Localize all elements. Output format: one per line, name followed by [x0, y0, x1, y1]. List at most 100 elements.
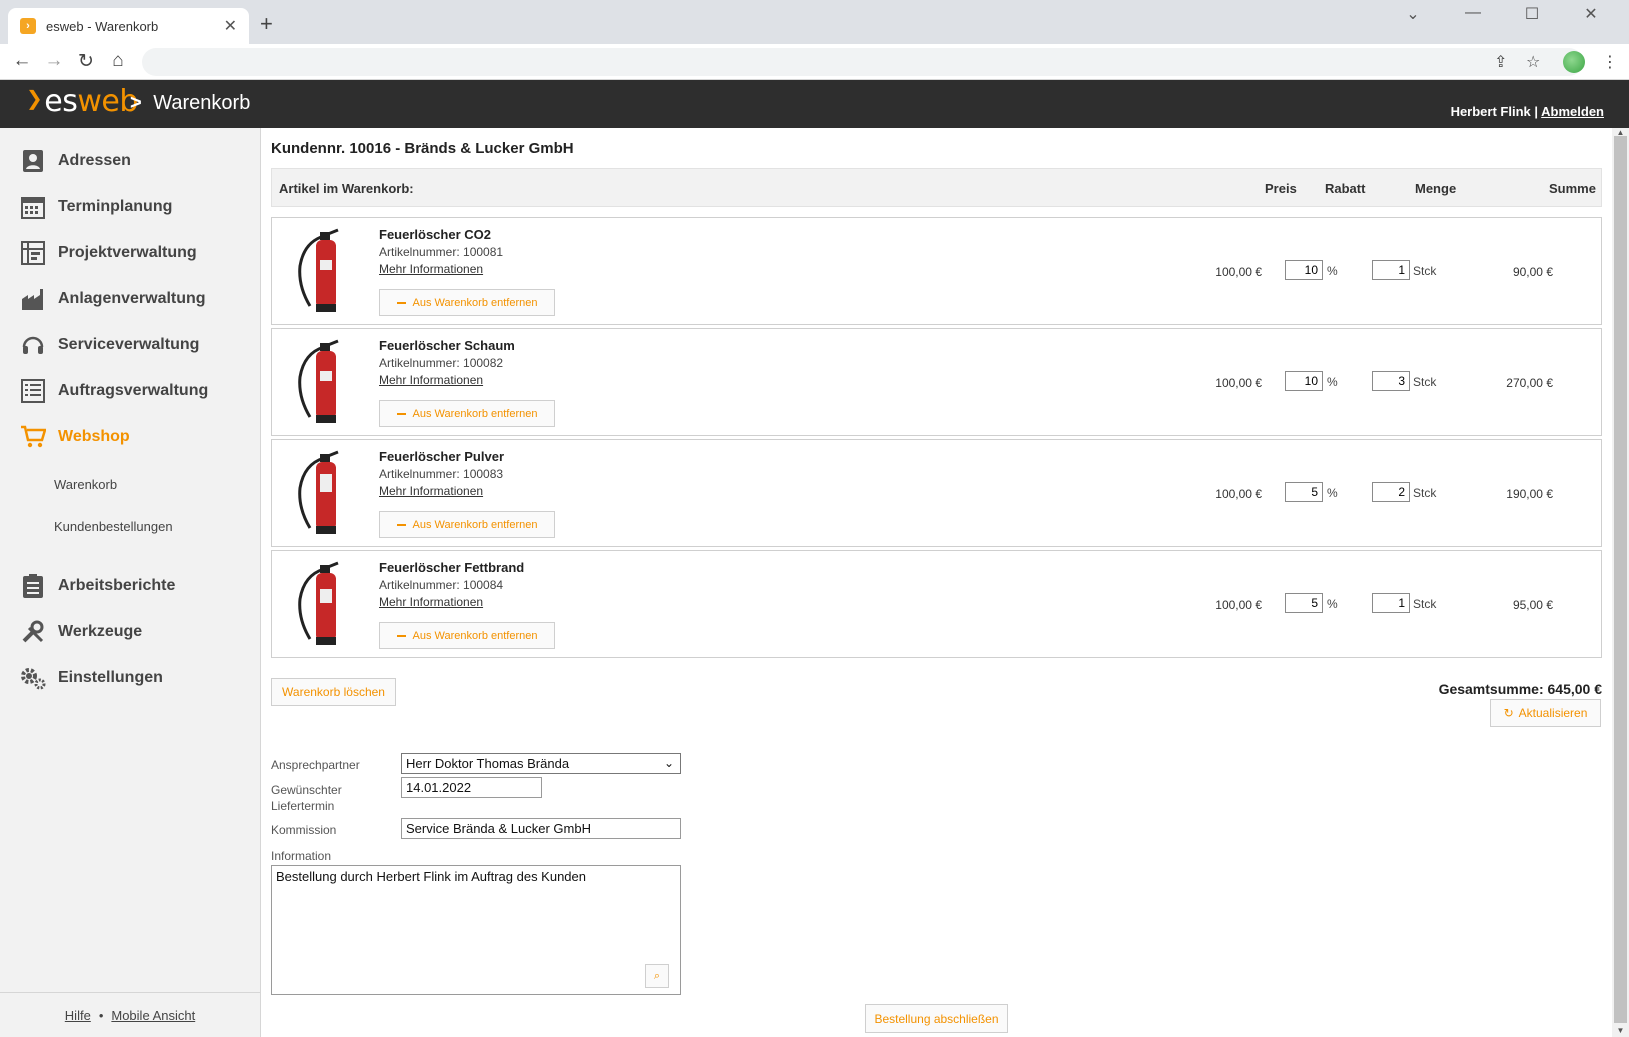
delivery-date-input[interactable]	[401, 777, 542, 798]
window-close-icon[interactable]: ✕	[1571, 4, 1611, 24]
sidebar-item-projektverwaltung[interactable]: Projektverwaltung	[20, 238, 197, 268]
remove-from-cart-button[interactable]: Aus Warenkorb entfernen	[379, 289, 555, 316]
user-name: Herbert Flink	[1450, 104, 1531, 119]
url-input[interactable]	[142, 48, 1583, 76]
item-sum: 190,00 €	[1506, 487, 1553, 501]
item-name: Feuerlöscher CO2	[379, 227, 491, 242]
more-info-link[interactable]: Mehr Informationen	[379, 595, 483, 609]
delivery-date-label-line1: Gewünschter	[271, 783, 342, 797]
breadcrumb-separator: >	[130, 92, 142, 114]
address-bar[interactable]	[142, 48, 1583, 76]
item-name: Feuerlöscher Schaum	[379, 338, 515, 353]
logout-link[interactable]: Abmelden	[1541, 104, 1604, 119]
share-icon[interactable]: ⇪	[1494, 52, 1507, 72]
sidebar-footer: Hilfe • Mobile Ansicht	[0, 992, 260, 1037]
maximize-icon[interactable]: ☐	[1512, 4, 1552, 24]
unit-label: Stck	[1413, 486, 1437, 500]
home-icon[interactable]: ⌂	[104, 50, 132, 72]
more-info-link[interactable]: Mehr Informationen	[379, 262, 483, 276]
headset-icon	[20, 332, 46, 358]
discount-input[interactable]	[1285, 260, 1323, 280]
fire-extinguisher-image	[298, 450, 339, 534]
quantity-input[interactable]	[1372, 482, 1410, 502]
more-info-link[interactable]: Mehr Informationen	[379, 484, 483, 498]
esweb-logo[interactable]: ❯esweb	[26, 84, 138, 119]
item-article-number: Artikelnummer: 100081	[379, 245, 504, 259]
browser-toolbar: ← → ↻ ⌂ ⇪ ☆ ⋮	[0, 44, 1629, 80]
sidebar-subitem-kundenbestellungen[interactable]: Kundenbestellungen	[54, 519, 173, 534]
col-quantity: Menge	[1415, 181, 1457, 196]
cart-item: Feuerlöscher Fettbrand Artikelnummer: 10…	[271, 550, 1602, 658]
information-textarea[interactable]: Bestellung durch Herbert Flink im Auftra…	[271, 865, 681, 995]
remove-from-cart-button[interactable]: Aus Warenkorb entfernen	[379, 400, 555, 427]
commission-label: Kommission	[271, 823, 337, 837]
sidebar-item-adressen[interactable]: Adressen	[20, 146, 131, 176]
sidebar-item-serviceverwaltung[interactable]: Serviceverwaltung	[20, 330, 199, 360]
sidebar-subitem-warenkorb[interactable]: Warenkorb	[54, 477, 117, 492]
item-name: Feuerlöscher Pulver	[379, 449, 504, 464]
tab-search-icon[interactable]: ⌄	[1393, 4, 1433, 24]
sidebar-item-terminplanung[interactable]: Terminplanung	[20, 192, 172, 222]
esweb-favicon-icon: ›	[20, 18, 36, 34]
percent-label: %	[1327, 264, 1338, 278]
profile-avatar[interactable]	[1563, 51, 1585, 73]
item-price: 100,00 €	[1215, 265, 1262, 279]
forward-icon[interactable]: →	[40, 50, 68, 72]
fire-extinguisher-image	[298, 228, 339, 312]
unit-label: Stck	[1413, 264, 1437, 278]
bookmark-star-icon[interactable]: ☆	[1526, 52, 1540, 72]
quantity-input[interactable]	[1372, 593, 1410, 613]
refresh-icon: ↻	[1503, 706, 1514, 720]
scrollbar-thumb[interactable]	[1614, 136, 1627, 1023]
item-price: 100,00 €	[1215, 598, 1262, 612]
item-sum: 90,00 €	[1512, 265, 1553, 279]
remove-from-cart-button[interactable]: Aus Warenkorb entfernen	[379, 511, 555, 538]
sidebar-item-arbeitsberichte[interactable]: Arbeitsberichte	[20, 571, 175, 601]
cart-item: Feuerlöscher Pulver Artikelnummer: 10008…	[271, 439, 1602, 547]
percent-label: %	[1327, 375, 1338, 389]
refresh-button[interactable]: ↻ Aktualisieren	[1490, 699, 1601, 727]
cart-table-header: Artikel im Warenkorb: Preis Rabatt Menge…	[271, 168, 1602, 207]
back-icon[interactable]: ←	[8, 50, 36, 72]
discount-input[interactable]	[1285, 371, 1323, 391]
commission-input[interactable]	[401, 818, 681, 839]
discount-input[interactable]	[1285, 482, 1323, 502]
item-sum: 95,00 €	[1512, 598, 1553, 612]
submit-order-button[interactable]: Bestellung abschließen	[865, 1004, 1008, 1033]
sidebar-item-auftragsverwaltung[interactable]: Auftragsverwaltung	[20, 376, 208, 406]
sidebar-item-werkzeuge[interactable]: Werkzeuge	[20, 617, 142, 647]
quantity-input[interactable]	[1372, 371, 1410, 391]
sidebar-item-einstellungen[interactable]: Einstellungen	[20, 663, 163, 693]
clear-cart-button[interactable]: Warenkorb löschen	[271, 678, 396, 706]
cart-icon	[20, 424, 46, 450]
help-link[interactable]: Hilfe	[65, 1008, 91, 1023]
breadcrumb: > Warenkorb	[130, 92, 250, 115]
cart-item: Feuerlöscher CO2 Artikelnummer: 100081 M…	[271, 217, 1602, 325]
new-tab-button[interactable]: +	[260, 11, 273, 37]
app-header: ❯esweb > Warenkorb Herbert Flink | Abmel…	[0, 80, 1629, 128]
browser-menu-icon[interactable]: ⋮	[1602, 52, 1618, 72]
page-title: Warenkorb	[153, 92, 251, 114]
sidebar-item-anlagenverwaltung[interactable]: Anlagenverwaltung	[20, 284, 206, 314]
contact-select[interactable]: Herr Doktor Thomas Brända ⌄	[401, 753, 681, 774]
tab-close-icon[interactable]: ✕	[224, 16, 237, 36]
quantity-input[interactable]	[1372, 260, 1410, 280]
mobile-view-link[interactable]: Mobile Ansicht	[111, 1008, 195, 1023]
user-divider: |	[1534, 104, 1539, 119]
fire-extinguisher-image	[298, 339, 339, 423]
chevron-down-icon: ⌄	[663, 756, 674, 770]
customer-title: Kundennr. 10016 - Bränds & Lucker GmbH	[271, 140, 574, 157]
magnifier-icon[interactable]: ⌕	[645, 964, 669, 988]
footer-dot: •	[98, 1007, 104, 1023]
more-info-link[interactable]: Mehr Informationen	[379, 373, 483, 387]
discount-input[interactable]	[1285, 593, 1323, 613]
contact-label: Ansprechpartner	[271, 758, 360, 772]
address-book-icon	[20, 148, 46, 174]
item-article-number: Artikelnummer: 100083	[379, 467, 504, 481]
scroll-down-icon[interactable]: ▼	[1612, 1026, 1629, 1036]
browser-tab[interactable]: › esweb - Warenkorb ✕	[8, 8, 249, 44]
remove-from-cart-button[interactable]: Aus Warenkorb entfernen	[379, 622, 555, 649]
reload-icon[interactable]: ↻	[72, 50, 100, 73]
minimize-icon[interactable]: —	[1453, 4, 1493, 22]
sidebar-item-webshop[interactable]: Webshop	[20, 422, 130, 452]
